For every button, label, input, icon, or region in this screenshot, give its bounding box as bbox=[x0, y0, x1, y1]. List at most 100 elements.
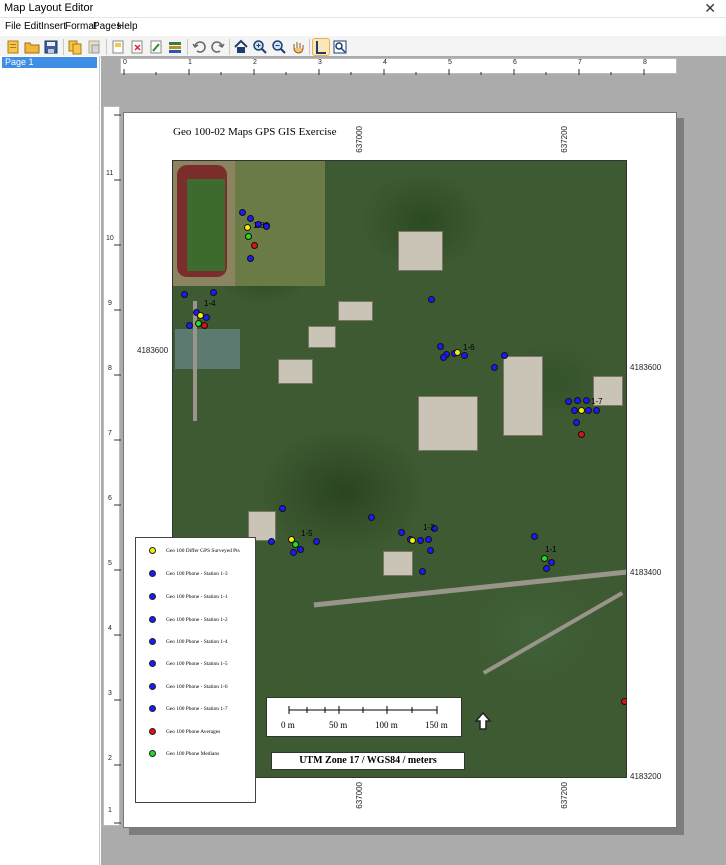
phone-point[interactable] bbox=[461, 352, 468, 359]
phone-point[interactable] bbox=[398, 529, 405, 536]
phone-point[interactable] bbox=[428, 296, 435, 303]
coord-label-bottom: 637200 bbox=[560, 782, 569, 809]
phone-point[interactable] bbox=[425, 536, 432, 543]
ruler-ticks bbox=[114, 114, 121, 824]
phone-point[interactable] bbox=[419, 568, 426, 575]
phone-point[interactable] bbox=[290, 549, 297, 556]
horizontal-ruler: 0 1 2 3 4 5 6 7 8 bbox=[120, 58, 677, 75]
close-icon[interactable]: ✕ bbox=[704, 0, 716, 17]
average-point[interactable] bbox=[578, 431, 585, 438]
legend-item: Geo 100 Phone - Station 1-4 bbox=[149, 637, 257, 647]
average-point[interactable] bbox=[201, 322, 208, 329]
phone-point[interactable] bbox=[440, 354, 447, 361]
map-legend[interactable]: Geo 100 Differ GPS Surveyed Pts Geo 100 … bbox=[135, 537, 256, 803]
menu-help[interactable]: Help bbox=[117, 21, 138, 32]
station-label: 1-2 bbox=[423, 523, 435, 532]
legend-symbol bbox=[149, 728, 156, 735]
menu-format[interactable]: Format bbox=[65, 21, 97, 32]
phone-point[interactable] bbox=[437, 343, 444, 350]
menu-edit[interactable]: Edit bbox=[24, 21, 41, 32]
median-point[interactable] bbox=[245, 233, 252, 240]
phone-point[interactable] bbox=[181, 291, 188, 298]
home-icon[interactable] bbox=[233, 39, 249, 55]
phone-point[interactable] bbox=[279, 505, 286, 512]
paste-page-icon[interactable] bbox=[86, 39, 102, 55]
edit-page-icon[interactable] bbox=[148, 39, 164, 55]
station-label: 1-5 bbox=[301, 529, 313, 538]
phone-point[interactable] bbox=[268, 538, 275, 545]
phone-point[interactable] bbox=[247, 255, 254, 262]
building bbox=[503, 356, 543, 436]
legend-symbol bbox=[149, 570, 156, 577]
zoom-out-icon[interactable] bbox=[271, 39, 287, 55]
ruler-label: 1 bbox=[108, 807, 112, 814]
surveyed-point[interactable] bbox=[244, 224, 251, 231]
north-arrow-icon[interactable] bbox=[473, 711, 493, 731]
phone-point[interactable] bbox=[565, 398, 572, 405]
open-folder-icon[interactable] bbox=[24, 39, 40, 55]
phone-point[interactable] bbox=[186, 322, 193, 329]
page-setup-icon[interactable] bbox=[110, 39, 126, 55]
menu-insert[interactable]: Insert bbox=[41, 21, 66, 32]
pan-hand-icon[interactable] bbox=[290, 39, 306, 55]
vertical-ruler: 11 10 9 8 7 6 5 4 3 2 1 bbox=[103, 106, 121, 826]
phone-point[interactable] bbox=[368, 514, 375, 521]
phone-point[interactable] bbox=[574, 397, 581, 404]
surveyed-point[interactable] bbox=[454, 349, 461, 356]
scale-bar-graphic bbox=[288, 706, 438, 714]
phone-point[interactable] bbox=[203, 314, 210, 321]
athletic-field bbox=[173, 161, 235, 286]
phone-point[interactable] bbox=[548, 559, 555, 566]
legend-symbol bbox=[149, 705, 156, 712]
zoom-in-icon[interactable] bbox=[252, 39, 268, 55]
phone-point[interactable] bbox=[427, 547, 434, 554]
delete-page-icon[interactable] bbox=[129, 39, 145, 55]
phone-point[interactable] bbox=[501, 352, 508, 359]
ruler-label: 10 bbox=[106, 235, 114, 242]
phone-point[interactable] bbox=[573, 419, 580, 426]
building bbox=[398, 231, 443, 271]
station-label: 1-1 bbox=[545, 545, 557, 554]
median-point[interactable] bbox=[541, 555, 548, 562]
page-list-item[interactable]: Page 1 bbox=[2, 57, 97, 68]
surveyed-point[interactable] bbox=[578, 407, 585, 414]
legend-item: Geo 100 Differ GPS Surveyed Pts bbox=[149, 546, 257, 556]
surveyed-point[interactable] bbox=[409, 537, 416, 544]
select-tool-icon[interactable] bbox=[312, 38, 330, 56]
station-label: 1-4 bbox=[204, 299, 216, 308]
zoom-window-icon[interactable] bbox=[332, 39, 348, 55]
phone-point[interactable] bbox=[593, 407, 600, 414]
coord-label-right: 4183600 bbox=[630, 363, 662, 372]
building bbox=[308, 326, 336, 348]
new-layout-icon[interactable] bbox=[5, 39, 21, 55]
save-icon[interactable] bbox=[43, 39, 59, 55]
phone-point[interactable] bbox=[583, 397, 590, 404]
phone-point[interactable] bbox=[491, 364, 498, 371]
phone-point[interactable] bbox=[210, 289, 217, 296]
window-title: Map Layout Editor bbox=[4, 2, 94, 14]
copy-page-icon[interactable] bbox=[67, 39, 83, 55]
legend-item: Geo 100 Phone - Station 1-5 bbox=[149, 659, 257, 669]
menu-file[interactable]: File bbox=[5, 21, 21, 32]
scale-label: 50 m bbox=[329, 720, 348, 730]
projection-label[interactable]: UTM Zone 17 / WGS84 / meters bbox=[271, 752, 465, 770]
station-label: 1-3 bbox=[253, 221, 265, 230]
menu-bar: File Edit Insert Format Pages Help bbox=[0, 18, 726, 36]
phone-point[interactable] bbox=[313, 538, 320, 545]
ruler-label: 2 bbox=[253, 59, 257, 66]
average-point[interactable] bbox=[251, 242, 258, 249]
phone-point[interactable] bbox=[239, 209, 246, 216]
phone-point[interactable] bbox=[531, 533, 538, 540]
scale-bar[interactable]: 0 m 50 m 100 m 150 m bbox=[266, 697, 462, 737]
redo-icon[interactable] bbox=[210, 39, 226, 55]
phone-point[interactable] bbox=[543, 565, 550, 572]
layers-icon[interactable] bbox=[167, 39, 183, 55]
legend-item: Geo 100 Phone - Station 1-6 bbox=[149, 682, 257, 692]
phone-point[interactable] bbox=[585, 407, 592, 414]
undo-icon[interactable] bbox=[191, 39, 207, 55]
average-point[interactable] bbox=[621, 698, 626, 705]
phone-point[interactable] bbox=[417, 537, 424, 544]
map-title[interactable]: Geo 100-02 Maps GPS GIS Exercise bbox=[173, 126, 336, 138]
phone-point[interactable] bbox=[571, 407, 578, 414]
phone-point[interactable] bbox=[297, 546, 304, 553]
